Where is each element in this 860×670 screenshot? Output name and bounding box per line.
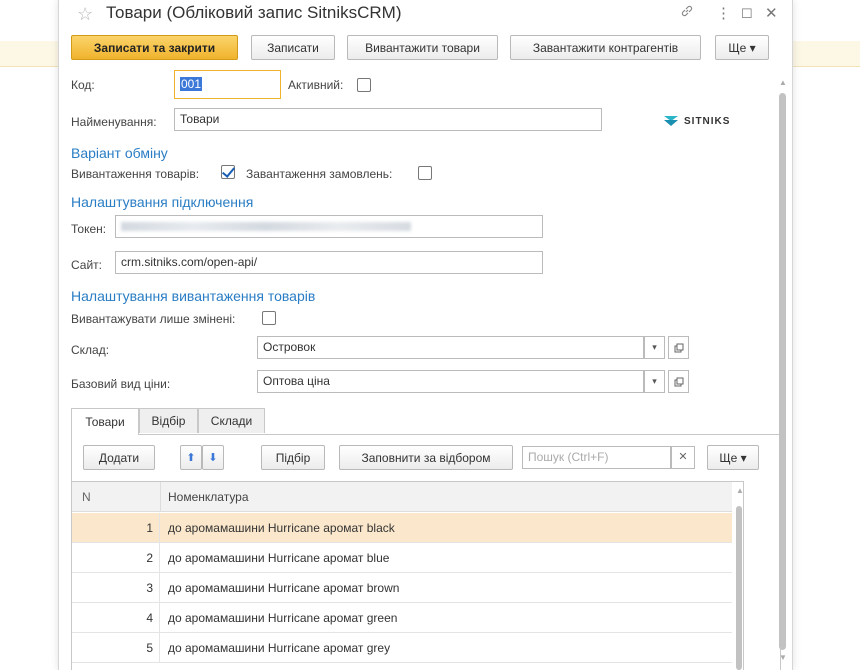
menu-icon[interactable]: ⋮ <box>716 4 731 22</box>
active-checkbox[interactable] <box>357 78 371 92</box>
sitniks-logo: SITNIKS <box>663 114 730 128</box>
column-n-header[interactable]: N <box>82 490 91 504</box>
title-bar: ☆ Товари (Обліковий запис SitniksCRM) ⋮ … <box>59 0 792 28</box>
tab-filter[interactable]: Відбір <box>139 408 198 433</box>
tab-warehouses[interactable]: Склади <box>198 408 265 433</box>
price-dropdown-icon[interactable]: ▾ <box>644 370 665 393</box>
import-orders-checkbox[interactable] <box>418 166 432 180</box>
close-icon[interactable]: ✕ <box>765 4 778 22</box>
save-and-close-button[interactable]: Записати та закрити <box>71 35 238 60</box>
export-settings-section-title: Налаштування вивантаження товарів <box>71 288 316 304</box>
form-toolbar: Записати та закрити Записати Вивантажити… <box>71 35 781 61</box>
form-scrollbar[interactable]: ▲ ▼ <box>777 78 787 662</box>
only-changed-checkbox[interactable] <box>262 311 276 325</box>
scroll-up-icon[interactable]: ▲ <box>779 78 787 87</box>
active-label: Активний: <box>288 78 344 92</box>
import-contractors-button[interactable]: Завантажити контрагентів <box>510 35 701 60</box>
sitniks-logo-text: SITNIKS <box>684 115 731 127</box>
form-scroll-thumb[interactable] <box>779 93 786 650</box>
save-button[interactable]: Записати <box>251 35 335 60</box>
export-goods-checkbox[interactable] <box>221 165 235 179</box>
only-changed-label: Вивантажувати лише змінені: <box>71 312 236 326</box>
code-field[interactable]: 001 <box>174 70 281 99</box>
scroll-down-icon[interactable]: ▼ <box>779 653 787 662</box>
row-number: 3 <box>72 573 160 603</box>
price-open-icon[interactable] <box>668 370 689 393</box>
row-name: до аромамашини Hurricane аромат green <box>168 611 398 625</box>
name-value: Товари <box>180 112 220 126</box>
column-divider <box>160 482 161 512</box>
column-name-header[interactable]: Номенклатура <box>168 490 249 504</box>
search-input[interactable]: Пошук (Ctrl+F) <box>522 446 671 469</box>
warehouse-value: Островок <box>263 340 316 354</box>
row-number: 5 <box>72 633 160 663</box>
export-goods-button[interactable]: Вивантажити товари <box>347 35 498 60</box>
token-label: Токен: <box>71 222 107 236</box>
site-field[interactable]: crm.sitniks.com/open-api/ <box>115 251 543 274</box>
exchange-section-title: Варіант обміну <box>71 145 168 161</box>
search-placeholder: Пошук (Ctrl+F) <box>528 450 609 464</box>
sitniks-logo-icon <box>664 116 678 126</box>
code-value: 001 <box>180 77 203 91</box>
star-icon[interactable]: ☆ <box>77 4 93 25</box>
table-scrollbar[interactable]: ▲ <box>734 482 743 670</box>
table-row[interactable]: 5 до аромамашини Hurricane аромат grey <box>72 633 732 663</box>
warehouse-dropdown-icon[interactable]: ▾ <box>644 336 665 359</box>
document-window: ☆ Товари (Обліковий запис SitniksCRM) ⋮ … <box>58 0 793 670</box>
more-button[interactable]: Ще ▾ <box>715 35 769 60</box>
row-name: до аромамашини Hurricane аромат blue <box>168 551 390 565</box>
site-label: Сайт: <box>71 258 103 272</box>
row-number: 2 <box>72 543 160 573</box>
window-title: Товари (Обліковий запис SitniksCRM) <box>106 3 402 22</box>
table-more-button[interactable]: Ще ▾ <box>707 445 759 470</box>
clear-icon[interactable]: ✕ <box>671 446 695 469</box>
row-number: 4 <box>72 603 160 633</box>
arrow-up-icon[interactable]: ⬆ <box>180 445 202 470</box>
site-value: crm.sitniks.com/open-api/ <box>121 255 258 269</box>
code-label: Код: <box>71 78 95 92</box>
warehouse-open-icon[interactable] <box>668 336 689 359</box>
table-row[interactable]: 3 до аромамашини Hurricane аромат brown <box>72 573 732 603</box>
goods-table: N Номенклатура 1 до аромамашини Hurrican… <box>71 481 744 670</box>
token-value-blurred <box>121 222 411 231</box>
price-field[interactable]: Оптова ціна <box>257 370 644 393</box>
pick-button[interactable]: Підбір <box>261 445 325 470</box>
name-label: Найменування: <box>71 115 157 129</box>
warehouse-field[interactable]: Островок <box>257 336 644 359</box>
table-row[interactable]: 4 до аромамашини Hurricane аромат green <box>72 603 732 633</box>
warehouse-label: Склад: <box>71 343 110 357</box>
add-button[interactable]: Додати <box>83 445 155 470</box>
price-label: Базовий вид ціни: <box>71 377 171 391</box>
row-name: до аромамашини Hurricane аромат brown <box>168 581 400 595</box>
scroll-up-icon[interactable]: ▲ <box>736 486 743 495</box>
import-orders-label: Завантаження замовлень: <box>246 167 393 181</box>
name-field[interactable]: Товари <box>174 108 602 131</box>
row-name: до аромамашини Hurricane аромат black <box>168 521 395 535</box>
fill-by-filter-button[interactable]: Заповнити за відбором <box>339 445 513 470</box>
table-row[interactable]: 1 до аромамашини Hurricane аромат black <box>72 513 732 543</box>
background-left <box>0 0 58 670</box>
row-name: до аромамашини Hurricane аромат grey <box>168 641 391 655</box>
maximize-icon[interactable]: ☐ <box>741 6 753 22</box>
table-scroll-thumb[interactable] <box>736 506 742 670</box>
table-header: N Номенклатура <box>72 482 732 512</box>
price-value: Оптова ціна <box>263 374 330 388</box>
export-goods-label: Вивантаження товарів: <box>71 167 200 181</box>
row-number: 1 <box>72 513 160 543</box>
connection-section-title: Налаштування підключення <box>71 194 254 210</box>
tab-goods[interactable]: Товари <box>71 408 139 435</box>
table-row[interactable]: 2 до аромамашини Hurricane аромат blue <box>72 543 732 573</box>
token-field[interactable] <box>115 215 543 238</box>
link-icon[interactable] <box>680 4 694 22</box>
arrow-down-icon[interactable]: ⬇ <box>202 445 224 470</box>
